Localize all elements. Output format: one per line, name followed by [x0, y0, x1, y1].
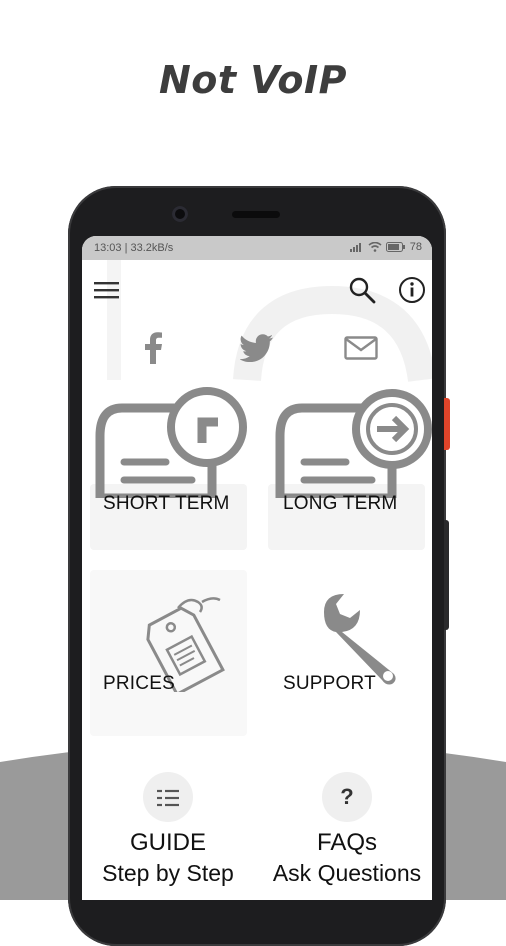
guide-icon-circle[interactable] [143, 772, 193, 822]
guide-title[interactable]: GUIDE [83, 829, 253, 857]
phone-volume-button [444, 520, 449, 630]
email-icon[interactable] [344, 336, 378, 360]
prices-label[interactable]: PRICES [103, 673, 175, 695]
checklist-icon [157, 789, 179, 807]
status-bar: 13:03 | 33.2kB/s 78 [82, 236, 432, 260]
battery-level: 78 [409, 241, 422, 253]
info-icon[interactable] [398, 276, 426, 304]
phone-side-button [444, 398, 450, 450]
long-term-label[interactable]: LONG TERM [283, 493, 397, 515]
phone-screen: 13:03 | 33.2kB/s 78 SHORT TERM LONG TERM… [82, 236, 432, 900]
question-mark-icon: ? [340, 784, 354, 809]
header-watermark [107, 260, 432, 383]
short-term-label[interactable]: SHORT TERM [103, 493, 230, 515]
page-headline: Not VoIP [158, 58, 348, 102]
wrench-icon [324, 594, 396, 685]
short-term-chat-icon[interactable] [94, 386, 254, 498]
faq-subtitle: Ask Questions [272, 860, 422, 886]
battery-icon [385, 242, 405, 252]
faq-title[interactable]: FAQs [262, 829, 432, 857]
faq-icon-circle[interactable]: ? [322, 772, 372, 822]
front-camera [172, 206, 188, 222]
signal-icon [349, 243, 361, 252]
twitter-icon[interactable] [240, 334, 274, 362]
status-icons: 78 [349, 241, 422, 253]
status-time: 13:03 | 33.2kB/s [94, 242, 174, 254]
wifi-icon [368, 242, 382, 252]
support-label[interactable]: SUPPORT [283, 673, 376, 695]
facebook-icon[interactable] [142, 332, 164, 364]
guide-subtitle: Step by Step [102, 860, 234, 886]
long-term-chat-icon[interactable] [274, 386, 432, 498]
hamburger-menu-icon[interactable] [94, 280, 120, 300]
earpiece-speaker [232, 211, 280, 218]
search-icon[interactable] [348, 276, 376, 304]
